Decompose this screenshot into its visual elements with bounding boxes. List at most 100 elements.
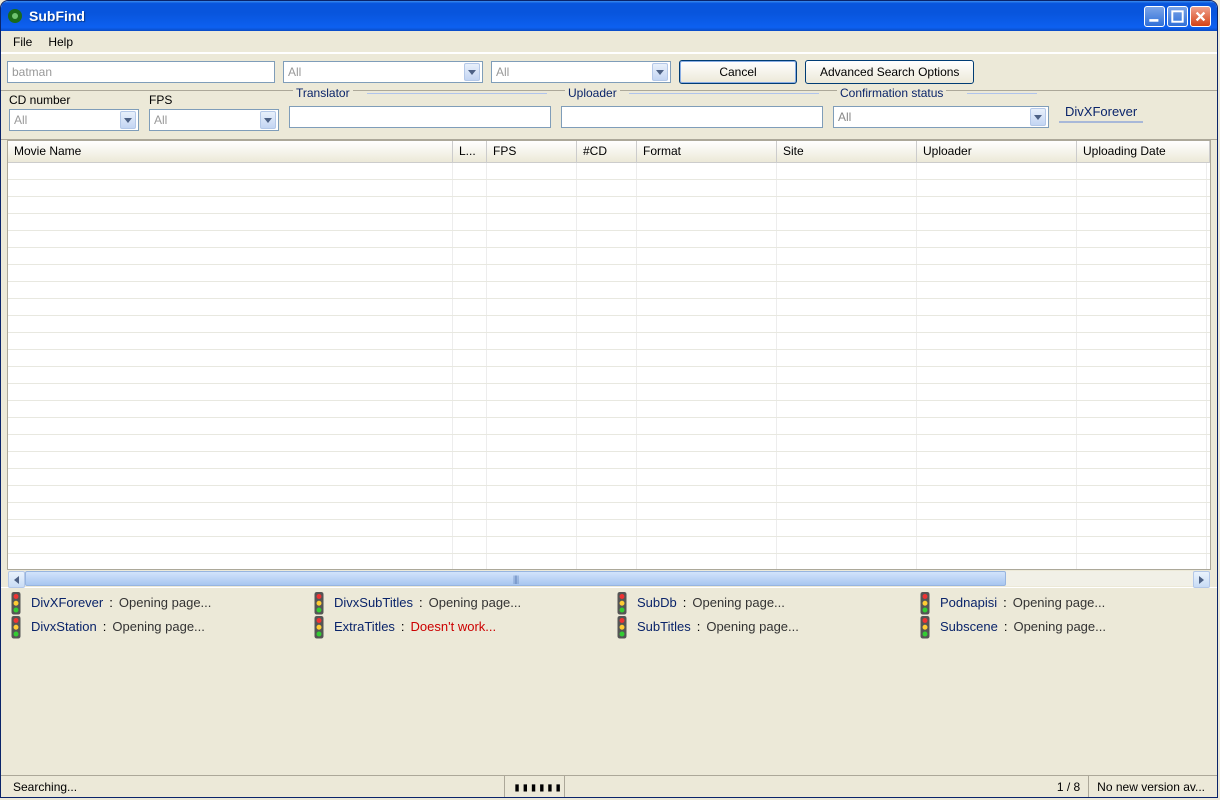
table-row[interactable]	[8, 367, 1210, 384]
site-status: Opening page...	[429, 595, 522, 610]
status-count: 1 / 8	[1049, 776, 1089, 797]
menu-help[interactable]: Help	[40, 33, 81, 51]
language-value: All	[288, 65, 301, 79]
menu-file[interactable]: File	[5, 33, 40, 51]
traffic-light-icon	[613, 592, 631, 612]
table-row[interactable]	[8, 197, 1210, 214]
site-name: SubDb	[637, 595, 677, 610]
status-version: No new version av...	[1089, 776, 1213, 797]
grid-body[interactable]	[8, 163, 1210, 569]
table-row[interactable]	[8, 180, 1210, 197]
table-row[interactable]	[8, 231, 1210, 248]
table-row[interactable]	[8, 265, 1210, 282]
table-row[interactable]	[8, 248, 1210, 265]
statusbar: Searching... ▮▮▮▮▮▮ 1 / 8 No new version…	[1, 775, 1217, 797]
scroll-track[interactable]: ||||	[25, 571, 1193, 586]
col-format[interactable]: Format	[637, 141, 777, 162]
status-text: Searching...	[5, 776, 505, 797]
chevron-down-icon	[1030, 108, 1046, 126]
chevron-down-icon	[260, 111, 276, 129]
col-site[interactable]: Site	[777, 141, 917, 162]
confirmation-legend: Confirmation status	[837, 86, 946, 100]
search-input[interactable]	[7, 61, 275, 83]
site-name: ExtraTitles	[334, 619, 395, 634]
table-row[interactable]	[8, 282, 1210, 299]
minimize-button[interactable]	[1144, 6, 1165, 27]
traffic-light-icon	[7, 616, 25, 636]
traffic-light-icon	[916, 616, 934, 636]
site-status-item: DivXForever : Opening page...	[7, 592, 302, 612]
col-movie-name[interactable]: Movie Name	[8, 141, 453, 162]
table-row[interactable]	[8, 299, 1210, 316]
advanced-search-button[interactable]: Advanced Search Options	[805, 60, 974, 84]
menubar: File Help	[1, 31, 1217, 53]
app-icon	[7, 8, 23, 24]
site-status-item: SubDb : Opening page...	[613, 592, 908, 612]
table-row[interactable]	[8, 554, 1210, 569]
language-combo[interactable]: All	[283, 61, 483, 83]
uploader-legend: Uploader	[565, 86, 620, 100]
close-button[interactable]	[1190, 6, 1211, 27]
table-row[interactable]	[8, 384, 1210, 401]
status-progress: ▮▮▮▮▮▮	[505, 776, 565, 797]
traffic-light-icon	[310, 592, 328, 612]
table-row[interactable]	[8, 350, 1210, 367]
site-status-panel: DivXForever : Opening page... DivxSubTitl…	[1, 587, 1217, 640]
table-row[interactable]	[8, 520, 1210, 537]
site-combo[interactable]: All	[491, 61, 671, 83]
col-fps[interactable]: FPS	[487, 141, 577, 162]
site-status: Opening page...	[1013, 595, 1106, 610]
table-row[interactable]	[8, 163, 1210, 180]
site-status-item: DivxStation : Opening page...	[7, 616, 302, 636]
col-uploading-date[interactable]: Uploading Date	[1077, 141, 1210, 162]
uploader-input[interactable]	[561, 106, 823, 128]
table-row[interactable]	[8, 316, 1210, 333]
horizontal-scrollbar[interactable]: ||||	[7, 570, 1211, 587]
titlebar[interactable]: SubFind	[1, 1, 1217, 31]
app-window: SubFind File Help All All Cancel Advance…	[0, 0, 1218, 798]
site-name: DivxStation	[31, 619, 97, 634]
results-grid: Movie Name L... FPS #CD Format Site Uplo…	[7, 140, 1211, 570]
scroll-right-button[interactable]	[1193, 571, 1210, 588]
chevron-down-icon	[652, 63, 668, 81]
cd-number-combo[interactable]: All	[9, 109, 139, 131]
col-language[interactable]: L...	[453, 141, 487, 162]
table-row[interactable]	[8, 486, 1210, 503]
site-status: Opening page...	[112, 619, 205, 634]
chevron-down-icon	[464, 63, 480, 81]
table-row[interactable]	[8, 214, 1210, 231]
table-row[interactable]	[8, 401, 1210, 418]
site-status: Opening page...	[119, 595, 212, 610]
col-cd[interactable]: #CD	[577, 141, 637, 162]
table-row[interactable]	[8, 418, 1210, 435]
maximize-button[interactable]	[1167, 6, 1188, 27]
table-row[interactable]	[8, 333, 1210, 350]
site-status: Opening page...	[706, 619, 799, 634]
site-status: Opening page...	[1013, 619, 1106, 634]
scroll-thumb[interactable]: ||||	[25, 571, 1006, 586]
traffic-light-icon	[310, 616, 328, 636]
table-row[interactable]	[8, 452, 1210, 469]
site-status-item: SubTitles : Opening page...	[613, 616, 908, 636]
table-row[interactable]	[8, 435, 1210, 452]
fps-label: FPS	[149, 93, 279, 107]
scroll-left-button[interactable]	[8, 571, 25, 588]
site-name: DivXForever	[31, 595, 103, 610]
site-status-item: DivxSubTitles : Opening page...	[310, 592, 605, 612]
confirmation-combo[interactable]: All	[833, 106, 1049, 128]
window-title: SubFind	[29, 8, 1144, 24]
col-uploader[interactable]: Uploader	[917, 141, 1077, 162]
translator-input[interactable]	[289, 106, 551, 128]
table-row[interactable]	[8, 537, 1210, 554]
cancel-button[interactable]: Cancel	[679, 60, 797, 84]
fps-combo[interactable]: All	[149, 109, 279, 131]
table-row[interactable]	[8, 503, 1210, 520]
site-name: DivxSubTitles	[334, 595, 413, 610]
table-row[interactable]	[8, 469, 1210, 486]
traffic-light-icon	[7, 592, 25, 612]
site-status-item: Subscene : Opening page...	[916, 616, 1211, 636]
translator-legend: Translator	[293, 86, 353, 100]
active-site-tab[interactable]: DivXForever	[1059, 102, 1143, 123]
chevron-down-icon	[120, 111, 136, 129]
site-name: Podnapisi	[940, 595, 997, 610]
